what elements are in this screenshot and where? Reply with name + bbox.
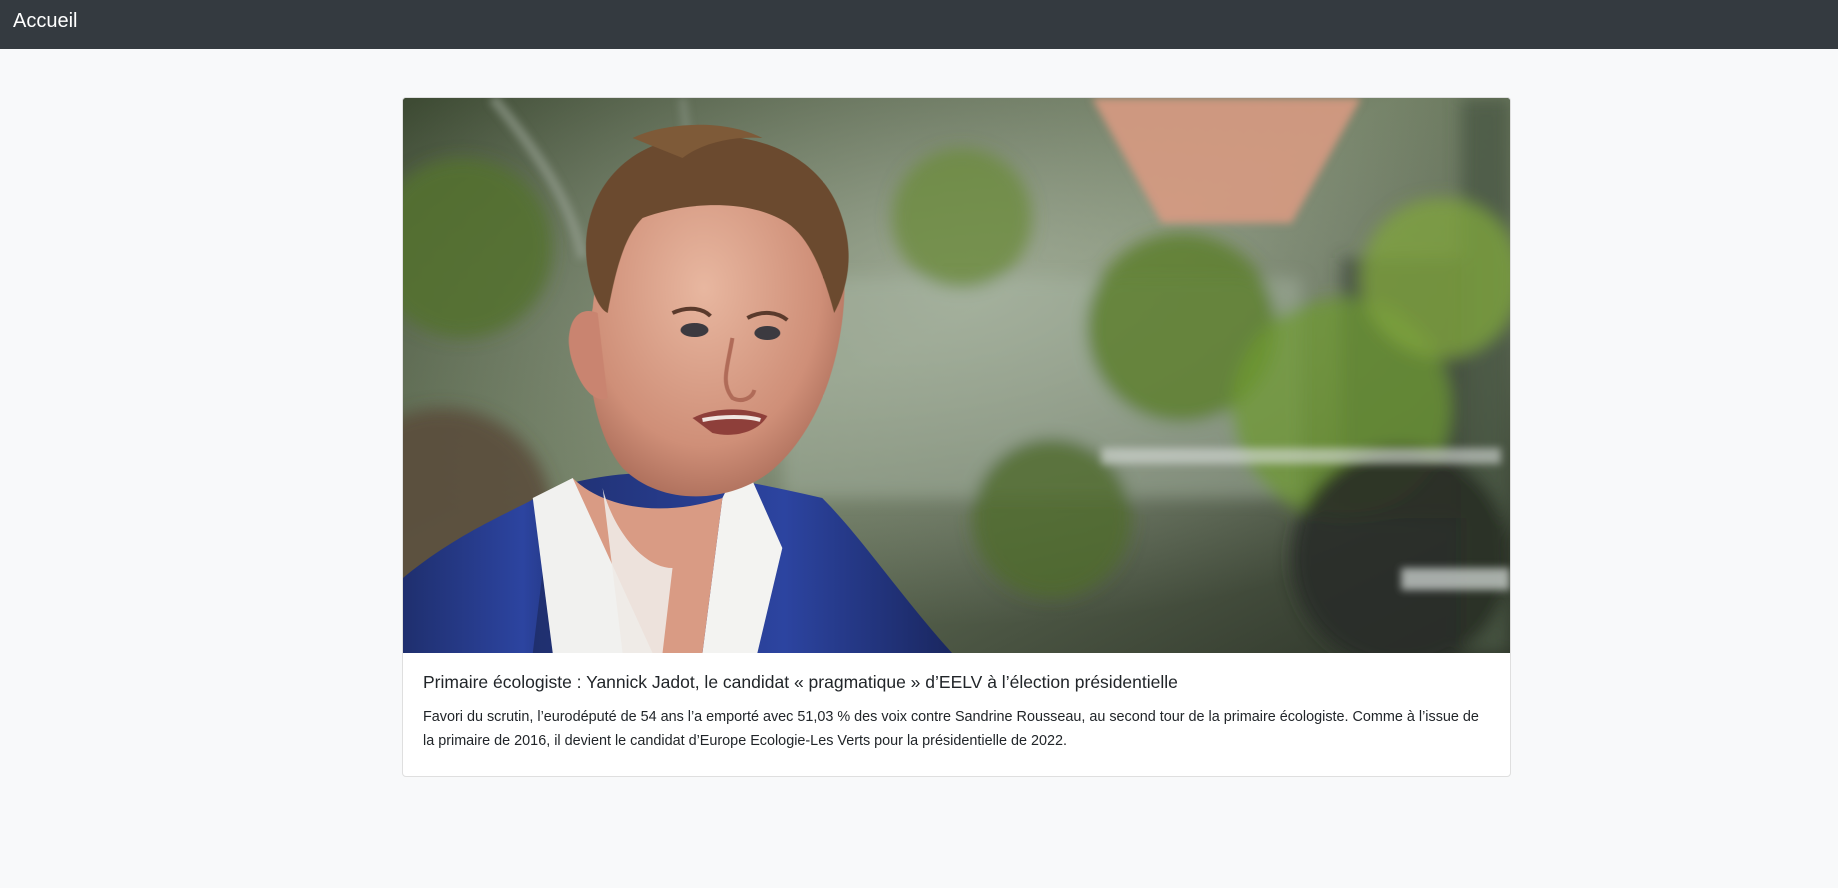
article-card[interactable]: Primaire écologiste : Yannick Jadot, le …: [402, 97, 1511, 778]
article-card-body: Primaire écologiste : Yannick Jadot, le …: [403, 653, 1510, 776]
navbar-brand-home-link[interactable]: Accueil: [13, 11, 77, 31]
article-summary: Favori du scrutin, l’eurodéputé de 54 an…: [423, 708, 1479, 749]
article-image: [403, 98, 1510, 653]
top-navbar: Accueil: [0, 0, 1838, 49]
article-title[interactable]: Primaire écologiste : Yannick Jadot, le …: [423, 671, 1490, 694]
article-photo-illustration: [403, 98, 1510, 653]
